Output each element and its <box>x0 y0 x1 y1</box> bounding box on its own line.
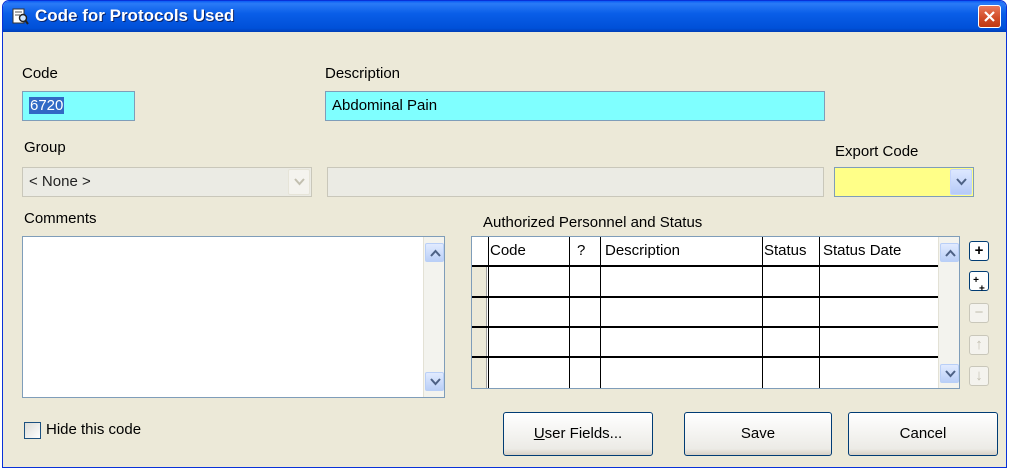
scroll-down-button[interactable] <box>425 372 444 391</box>
column-header-status[interactable]: Status <box>764 242 807 259</box>
personnel-label: Authorized Personnel and Status <box>483 214 703 231</box>
group-select[interactable]: < None > <box>22 167 312 197</box>
table-row[interactable] <box>472 356 938 358</box>
grid-scrollbar[interactable] <box>938 237 959 388</box>
column-divider <box>762 237 763 388</box>
arrow-down-icon: ↓ <box>975 367 983 384</box>
column-divider <box>600 237 601 388</box>
group-label: Group <box>24 139 66 156</box>
code-label: Code <box>22 65 58 82</box>
add-row-button[interactable]: + <box>969 241 989 261</box>
chevron-down-icon <box>956 178 967 186</box>
scroll-up-button[interactable] <box>425 243 444 262</box>
column-divider <box>569 237 570 388</box>
close-icon <box>984 11 995 22</box>
search-document-icon <box>12 8 29 25</box>
move-down-button[interactable]: ↓ <box>969 366 989 386</box>
close-button[interactable] <box>978 5 1001 28</box>
cancel-button[interactable]: Cancel <box>848 412 998 456</box>
column-header-flag[interactable]: ? <box>577 242 585 259</box>
code-value: 6720 <box>29 97 65 114</box>
description-label: Description <box>325 65 401 82</box>
remove-row-button[interactable]: − <box>969 303 989 323</box>
table-row[interactable] <box>472 296 938 298</box>
chevron-up-icon <box>430 249 441 257</box>
export-code-dropdown-button[interactable] <box>950 169 972 195</box>
comments-label: Comments <box>24 210 97 227</box>
export-code-label: Export Code <box>835 143 919 160</box>
window-title: Code for Protocols Used <box>35 6 235 25</box>
insert-plus-icon: ++ <box>973 275 985 295</box>
plus-icon: + <box>974 242 984 259</box>
chevron-down-icon <box>430 378 441 386</box>
group-value: < None > <box>29 173 91 190</box>
save-button[interactable]: Save <box>684 412 832 456</box>
comments-textarea[interactable] <box>22 236 445 398</box>
dialog-window: Code for Protocols Used Code 6720 Descri… <box>2 0 1007 468</box>
table-row[interactable] <box>472 326 938 328</box>
description-field[interactable]: Abdominal Pain <box>325 91 825 121</box>
export-code-select[interactable] <box>834 167 974 197</box>
arrow-up-icon: ↑ <box>975 336 983 353</box>
code-field[interactable]: 6720 <box>22 91 135 121</box>
hide-code-checkbox[interactable] <box>24 422 41 439</box>
column-header-status-date[interactable]: Status Date <box>823 242 901 259</box>
move-up-button[interactable]: ↑ <box>969 335 989 355</box>
group-description-field <box>327 167 824 197</box>
chevron-up-icon <box>945 249 956 257</box>
grid-header: Code ? Description Status Status Date <box>472 237 938 267</box>
chevron-down-icon <box>945 370 956 378</box>
scroll-down-button[interactable] <box>940 364 959 383</box>
column-divider <box>488 237 489 388</box>
user-fields-button[interactable]: User Fields... <box>503 412 653 456</box>
minus-icon: − <box>974 304 984 321</box>
column-header-description[interactable]: Description <box>605 242 680 259</box>
column-header-code[interactable]: Code <box>490 242 526 259</box>
insert-row-button[interactable]: ++ <box>969 271 989 295</box>
comments-scrollbar[interactable] <box>423 237 444 397</box>
scroll-up-button[interactable] <box>940 243 959 262</box>
column-divider <box>819 237 820 388</box>
chevron-down-icon <box>294 178 305 186</box>
group-dropdown-button[interactable] <box>288 169 310 195</box>
title-bar[interactable]: Code for Protocols Used <box>3 1 1006 32</box>
personnel-grid[interactable]: Code ? Description Status Status Date <box>471 236 960 389</box>
hide-code-label[interactable]: Hide this code <box>46 421 141 438</box>
